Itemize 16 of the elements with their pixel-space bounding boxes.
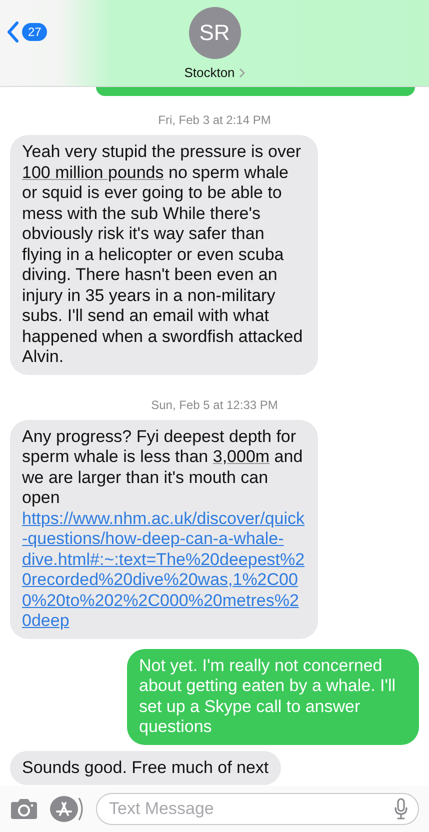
message-bubble: Any progress? Fyi deepest depth for sperm whale is less than 3,000m and we are larger than it's mouth can open https://www.nhm.ac.uk/discover/quick-questions/how-deep-can-a-whale-dive.html#:~:text=The%20deepest%20recorded%20dive%20was,1%2C000%20to%202%2C000%20metres%20deep [10,420,318,638]
message-bubble: Not yet. I'm really not concerned about getting eaten by a whale. I'll set up a Skype call to answer questions [127,648,419,744]
chevron-right-icon [238,68,245,78]
camera-icon[interactable] [10,798,38,820]
message-link[interactable]: https://www.nhm.ac.uk/discover/quick-questions/how-deep-can-a-whale-dive.html#:~:text=The%20deepest%20recorded%20dive%20was,1%2C000%20to%202%2C000%20metres%20deep [22,508,306,632]
message-bubble: Yeah very stupid the pressure is over 100 million pounds no sperm whale or squid is ever going to be able to mess with the sub While there's obviously risk it's way safer than flying in a helicopter or even scuba diving. There hasn't been even an injury in 35 years in a non-military subs. I'll send an email with what happened when a swordfish attacked Alvin. [10,135,318,374]
chevron-left-icon [7,21,19,43]
message-bubble: Sounds good. Free much of next [10,750,281,785]
back-button[interactable]: 27 [7,21,48,43]
timestamp: Sun, Feb 5 at 12:33 PM [150,398,279,412]
unread-count-badge: 27 [22,23,48,41]
contact-avatar[interactable]: SR [188,7,240,59]
message-input-field[interactable]: Text Message [96,793,419,825]
microphone-icon[interactable] [394,798,408,820]
contact-name-link[interactable]: Stockton [184,65,245,80]
timestamp: Fri, Feb 3 at 2:14 PM [157,113,272,127]
